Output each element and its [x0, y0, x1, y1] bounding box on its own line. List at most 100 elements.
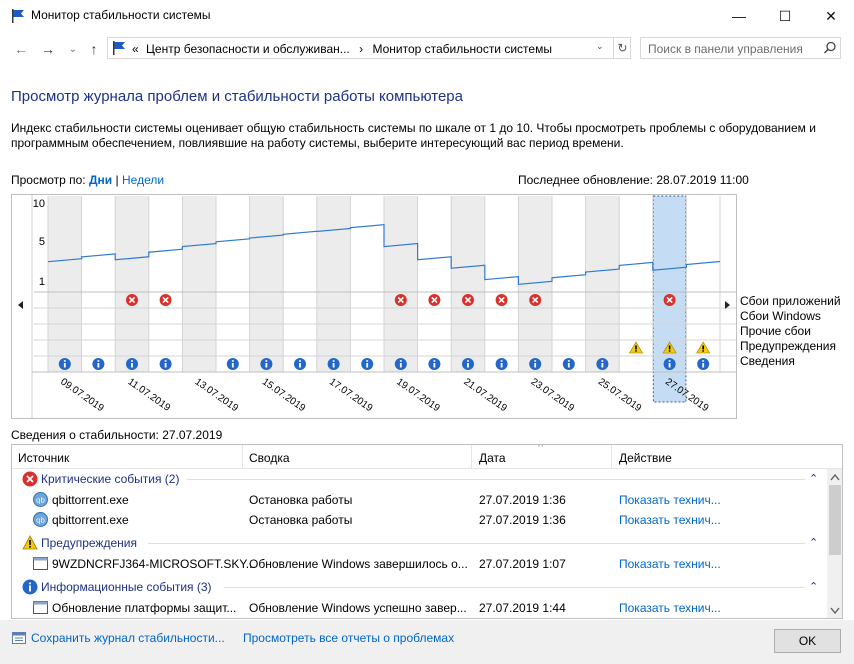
row-source: 9WZDNCRFJ364-MICROSOFT.SKY...	[52, 557, 256, 571]
info-dot	[231, 360, 234, 362]
application-icon	[33, 601, 48, 614]
info-mark	[467, 363, 469, 368]
info-dot	[265, 360, 268, 362]
forward-button[interactable]: →	[39, 40, 57, 58]
table-row[interactable]: qb qbittorrent.exe Остановка работы 27.0…	[12, 510, 827, 530]
view-weeks-link[interactable]: Недели	[122, 173, 164, 187]
footer: Сохранить журнал стабильности... Просмот…	[0, 620, 854, 664]
scroll-up-icon[interactable]	[830, 473, 840, 481]
error-icon	[22, 471, 38, 487]
up-button[interactable]: ↑	[85, 40, 103, 58]
warning-mark	[702, 345, 704, 350]
save-history-link[interactable]: Сохранить журнал стабильности...	[31, 631, 225, 645]
date-label: 19.07.2019	[394, 376, 442, 414]
qbittorrent-icon: qb	[33, 512, 48, 527]
info-dot	[567, 360, 570, 362]
search-box[interactable]: Поиск в панели управления	[640, 37, 841, 59]
column-action[interactable]: Действие	[619, 451, 672, 465]
group-divider	[224, 587, 805, 588]
info-mark	[299, 363, 301, 368]
column-source[interactable]: Источник	[18, 451, 69, 465]
refresh-button[interactable]: ↻	[613, 38, 631, 58]
show-technical-details-link[interactable]: Показать технич...	[619, 493, 721, 507]
date-label: 09.07.2019	[58, 376, 106, 414]
y-tick-label: 5	[39, 236, 45, 248]
collapse-icon[interactable]: ⌃	[809, 472, 818, 485]
details-table[interactable]: Источник Сводка Дата ^ Действие Критичес…	[11, 444, 843, 619]
vertical-scrollbar[interactable]	[827, 469, 842, 618]
breadcrumb-prefix[interactable]: «	[132, 42, 139, 56]
view-days-link[interactable]: Дни	[89, 173, 112, 187]
group-critical[interactable]: Критические события (2) ⌃	[12, 469, 827, 489]
info-mark	[231, 363, 234, 368]
info-dot	[164, 360, 167, 362]
column-date[interactable]: Дата	[479, 451, 506, 465]
close-button[interactable]: ✕	[808, 0, 854, 32]
collapse-icon[interactable]: ⌃	[809, 580, 818, 593]
row-summary: Обновление Windows завершилось о...	[249, 557, 468, 571]
group-title: Предупреждения	[41, 536, 137, 550]
search-icon[interactable]	[823, 41, 837, 55]
info-mark	[131, 363, 133, 368]
info-mark	[433, 363, 436, 368]
info-dot	[399, 360, 402, 362]
table-row[interactable]: 9WZDNCRFJ364-MICROSOFT.SKY... Обновление…	[12, 554, 827, 574]
collapse-icon[interactable]: ⌃	[809, 536, 818, 549]
stability-chart[interactable]: 10 5 1 09.07.2019 11.07.2019 13.07.2019 15.07.…	[11, 194, 737, 419]
info-mark	[702, 363, 705, 368]
legend-other-failures: Прочие сбои	[740, 324, 811, 338]
breadcrumb-security-center[interactable]: Центр безопасности и обслуживан...	[146, 42, 350, 56]
legend-windows-failures: Сбои Windows	[740, 309, 821, 323]
group-information[interactable]: Информационные события (3) ⌃	[12, 577, 827, 597]
info-dot	[433, 360, 436, 362]
scroll-thumb[interactable]	[829, 485, 841, 555]
flag-icon	[113, 41, 125, 55]
warning-dot	[702, 350, 704, 352]
row-date: 27.07.2019 1:36	[479, 493, 566, 507]
show-technical-details-link[interactable]: Показать технич...	[619, 557, 721, 571]
address-bar[interactable]: « Центр безопасности и обслуживан... › М…	[107, 37, 631, 59]
table-header	[12, 445, 842, 469]
back-button[interactable]: ←	[12, 40, 30, 58]
history-dropdown[interactable]: ⌄	[64, 40, 82, 58]
row-date: 27.07.2019 1:44	[479, 601, 566, 615]
day-column-shade	[384, 196, 418, 372]
day-column-shade	[48, 196, 82, 372]
minimize-button[interactable]: —	[716, 0, 762, 32]
maximize-button[interactable]: ☐	[762, 0, 808, 32]
breadcrumb-reliability-monitor[interactable]: Монитор стабильности системы	[372, 42, 552, 56]
search-input[interactable]: Поиск в панели управления	[648, 42, 803, 56]
column-summary[interactable]: Сводка	[249, 451, 290, 465]
row-date: 27.07.2019 1:07	[479, 557, 566, 571]
show-technical-details-link[interactable]: Показать технич...	[619, 513, 721, 527]
view-by-label: Просмотр по:	[11, 173, 86, 187]
warning-mark	[635, 345, 637, 350]
show-technical-details-link[interactable]: Показать технич...	[619, 601, 721, 615]
info-dot	[299, 360, 301, 362]
ok-button[interactable]: OK	[774, 629, 841, 653]
info-icon	[22, 579, 38, 595]
date-label: 13.07.2019	[193, 376, 241, 414]
stability-chart-svg: 10 5 1 09.07.2019 11.07.2019 13.07.2019 15.07.…	[12, 195, 736, 418]
save-report-icon	[12, 632, 26, 644]
warning-dot	[668, 350, 671, 352]
date-label: 17.07.2019	[327, 376, 375, 414]
column-divider[interactable]	[611, 445, 612, 469]
table-row[interactable]: Обновление платформы защит... Обновление…	[12, 598, 827, 618]
group-warnings[interactable]: Предупреждения ⌃	[12, 533, 827, 553]
scroll-down-icon[interactable]	[830, 607, 840, 615]
column-divider[interactable]	[471, 445, 472, 469]
column-divider[interactable]	[242, 445, 243, 469]
view-all-reports-link[interactable]: Просмотреть все отчеты о проблемах	[243, 631, 454, 645]
date-label: 25.07.2019	[596, 376, 644, 414]
day-column-shade	[451, 196, 485, 372]
group-divider	[148, 543, 805, 544]
table-row[interactable]: qb qbittorrent.exe Остановка работы 27.0…	[12, 490, 827, 510]
breadcrumb-separator[interactable]: ›	[359, 42, 363, 56]
row-source: qbittorrent.exe	[52, 493, 129, 507]
address-dropdown[interactable]: ⌄	[596, 41, 604, 52]
legend-warnings: Предупреждения	[740, 339, 836, 353]
last-updated: Последнее обновление: 28.07.2019 11:00	[518, 173, 749, 187]
legend-info: Сведения	[740, 354, 795, 368]
warning-dot	[635, 350, 637, 352]
